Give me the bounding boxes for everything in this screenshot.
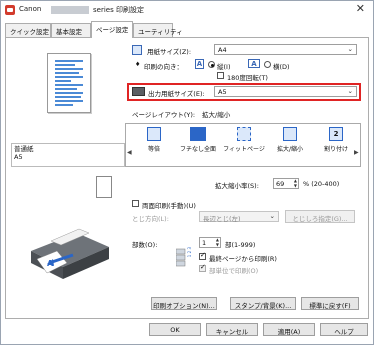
preview-line bbox=[55, 84, 83, 86]
copies-range: 部(1-999) bbox=[225, 241, 256, 249]
printer-illustration-icon: A bbox=[31, 228, 109, 279]
preview-paper-size: A5 bbox=[14, 153, 23, 161]
output-size-select[interactable]: A5 ⌄ bbox=[214, 86, 357, 97]
spin-arrows-icon: ▲ ▼ bbox=[293, 178, 297, 188]
chevron-down-icon: ⌄ bbox=[347, 87, 353, 95]
layout-item-borderless[interactable]: フチなし全面 bbox=[176, 126, 220, 166]
duplex-checkbox[interactable] bbox=[132, 200, 139, 207]
tab-quick-setup[interactable]: クイック設定 bbox=[5, 23, 51, 37]
layout-item-fit-page[interactable]: フィットページ bbox=[222, 126, 266, 166]
scaling-value: 69 bbox=[276, 180, 285, 188]
scroll-left-icon[interactable]: ◀ bbox=[127, 149, 133, 156]
chevron-down-icon: ⌄ bbox=[269, 212, 275, 220]
collate-checkbox[interactable] bbox=[199, 263, 206, 272]
preview-line bbox=[55, 80, 71, 82]
help-button[interactable]: ヘルプ bbox=[320, 323, 368, 336]
borderless-icon bbox=[190, 127, 206, 141]
collate-label: 部単位で印刷(O) bbox=[209, 267, 259, 275]
rotate-180-label: 180度回転(T) bbox=[227, 74, 268, 82]
layout-item-label: フィットページ bbox=[223, 146, 265, 153]
preview-line bbox=[55, 64, 75, 66]
tab-page-setup[interactable]: ページ設定 bbox=[91, 21, 133, 38]
landscape-icon: A bbox=[248, 59, 260, 68]
scaling-range: % (20-400) bbox=[303, 180, 340, 188]
preview-line bbox=[55, 68, 83, 70]
copies-label: 部数(O): bbox=[132, 241, 158, 249]
page-preview bbox=[47, 53, 91, 113]
last-page-first-checkbox[interactable] bbox=[199, 251, 206, 260]
preview-line bbox=[55, 92, 83, 94]
layout-item-label: 等倍 bbox=[147, 146, 160, 153]
fit-page-icon bbox=[237, 127, 251, 141]
ok-button[interactable]: OK bbox=[149, 323, 201, 336]
window-title: series 印刷設定 bbox=[93, 6, 144, 14]
printer-app-icon bbox=[5, 5, 15, 15]
apply-button[interactable]: 適用(A) bbox=[263, 323, 315, 336]
landscape-label: 横(D) bbox=[273, 63, 290, 71]
scroll-right-icon[interactable]: ▶ bbox=[354, 149, 360, 156]
tab-maintenance[interactable]: ユーティリティ bbox=[133, 23, 183, 37]
layout-item-page-layout[interactable]: 2 割り付け bbox=[314, 126, 358, 166]
layout-item-label: フチなし全面 bbox=[179, 146, 216, 153]
binding-label: とじ方向(L): bbox=[132, 215, 169, 223]
page-layout-icon: 2 bbox=[329, 127, 343, 141]
layout-current: 拡大/縮小 bbox=[202, 111, 231, 119]
preview-line bbox=[55, 96, 81, 98]
preview-line bbox=[55, 104, 73, 106]
preview-line bbox=[55, 88, 77, 90]
binding-select[interactable]: 長辺とじ(左) ⌄ bbox=[199, 211, 279, 223]
duplex-label: 両面印刷(手動)(U) bbox=[142, 202, 196, 210]
normal-size-icon bbox=[147, 127, 161, 141]
landscape-radio[interactable] bbox=[264, 61, 271, 68]
preview-line bbox=[55, 100, 83, 102]
binding-margin-button[interactable]: とじしろ指定(G)... bbox=[285, 210, 355, 223]
page-size-label: 用紙サイズ(Z): bbox=[147, 48, 192, 56]
orientation-label: 印刷の向き： bbox=[144, 63, 183, 71]
scaled-icon bbox=[283, 127, 297, 141]
preview-line bbox=[55, 72, 79, 74]
portrait-radio[interactable] bbox=[208, 61, 215, 68]
preview-line bbox=[55, 76, 83, 78]
window-brand: Canon bbox=[19, 5, 42, 13]
layout-label: ページレイアウト(Y): bbox=[132, 111, 196, 119]
preview-line bbox=[55, 60, 83, 62]
portrait-label: 縦(I) bbox=[217, 63, 231, 71]
stamp-background-button[interactable]: スタンプ/背景(K)... bbox=[230, 297, 296, 310]
copies-order-text: 1 2 3 bbox=[187, 247, 192, 258]
rotate-180-checkbox[interactable] bbox=[217, 72, 224, 79]
output-size-value: A5 bbox=[218, 88, 227, 96]
preview-media-type: 普通紙 bbox=[14, 145, 34, 153]
layout-list: 等倍 フチなし全面 フィットページ 拡大/縮小 2 割り付け bbox=[125, 123, 361, 167]
redacted-model-name bbox=[51, 6, 89, 14]
scaling-spinner[interactable]: 69 ▲ ▼ bbox=[273, 178, 299, 189]
layout-item-label: 拡大/縮小 bbox=[276, 146, 304, 153]
page-size-value: A4 bbox=[218, 46, 227, 54]
printer-settings-window: Canon series 印刷設定 ✕ クイック設定 基本設定 ページ設定 ユー… bbox=[0, 0, 374, 345]
layout-item-normal[interactable]: 等倍 bbox=[132, 126, 176, 166]
layout-item-label: 割り付け bbox=[323, 146, 348, 153]
page-size-select[interactable]: A4 ⌄ bbox=[214, 44, 357, 55]
spin-arrows-icon: ▲ ▼ bbox=[215, 237, 219, 247]
cancel-button[interactable]: キャンセル bbox=[206, 323, 258, 336]
bullet-icon: ♦ bbox=[135, 61, 141, 68]
close-icon[interactable]: ✕ bbox=[356, 2, 365, 15]
portrait-icon: A bbox=[195, 59, 204, 69]
layout-item-scaled[interactable]: 拡大/縮小 bbox=[268, 126, 312, 166]
chevron-down-icon: ⌄ bbox=[347, 45, 353, 53]
preview-media-info: 普通紙 A5 bbox=[11, 143, 125, 167]
output-printer-icon bbox=[132, 87, 145, 96]
print-options-button[interactable]: 印刷オプション(N)... bbox=[151, 297, 217, 310]
page-size-icon bbox=[132, 45, 142, 55]
binding-value: 長辺とじ(左) bbox=[203, 215, 241, 223]
copies-value: 1 bbox=[202, 239, 207, 247]
defaults-button[interactable]: 標準に戻す(F) bbox=[301, 297, 359, 310]
output-page-icon bbox=[96, 176, 112, 198]
last-page-first-label: 最終ページから印刷(R) bbox=[209, 255, 277, 263]
scaling-label: 拡大縮小率(S): bbox=[215, 182, 259, 190]
title-bar: Canon series 印刷設定 ✕ bbox=[1, 1, 373, 19]
output-size-label: 出力用紙サイズ(E): bbox=[148, 90, 205, 98]
copies-spinner[interactable]: 1 ▲ ▼ bbox=[199, 237, 221, 248]
tab-main[interactable]: 基本設定 bbox=[51, 23, 91, 37]
